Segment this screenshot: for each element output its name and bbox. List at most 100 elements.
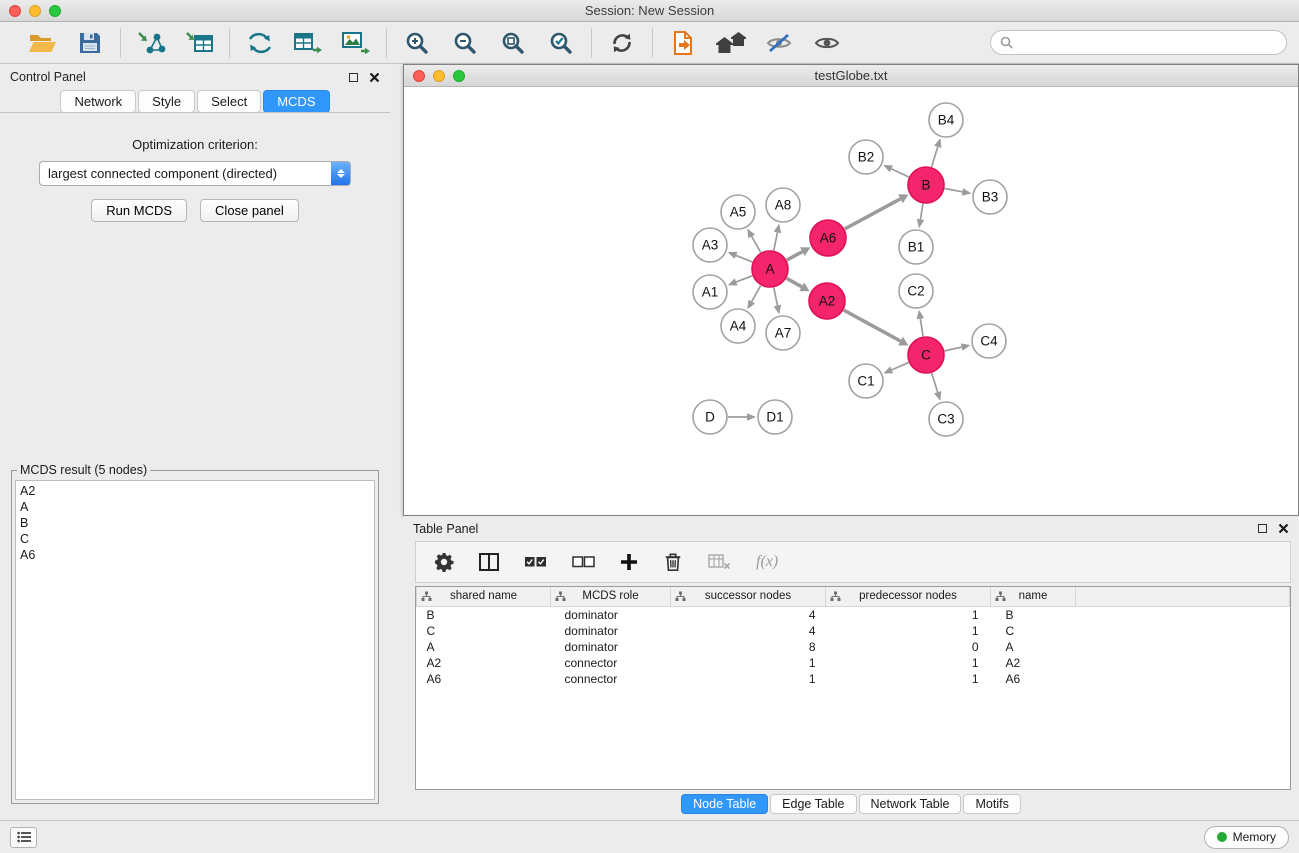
float-panel-button[interactable] (349, 73, 358, 82)
graph-node-A[interactable]: A (752, 251, 788, 287)
select-all-button[interactable] (524, 555, 547, 569)
graph-edge-A-A8[interactable] (774, 232, 778, 250)
graph-node-A7[interactable]: A7 (766, 316, 800, 350)
graph-edge-B-B2[interactable] (891, 169, 908, 177)
open-session-button[interactable] (25, 26, 59, 60)
graph-edge-A-A1[interactable] (736, 276, 752, 282)
graph-edge-A2-C[interactable] (844, 310, 901, 341)
memory-button[interactable]: Memory (1204, 826, 1289, 849)
tab-network[interactable]: Network (60, 90, 136, 113)
table-row[interactable]: Bdominator41B (417, 606, 1290, 623)
graph-node-C1[interactable]: C1 (849, 364, 883, 398)
graph-node-A3[interactable]: A3 (693, 228, 727, 262)
tab-motifs[interactable]: Motifs (963, 794, 1020, 814)
export-table-button[interactable] (291, 26, 325, 60)
graph-edge-A6-B[interactable] (845, 199, 901, 229)
graph-edge-C-C1[interactable] (892, 363, 909, 370)
import-table-button[interactable] (182, 26, 216, 60)
zoom-selected-button[interactable] (544, 26, 578, 60)
column-header-name[interactable]: name (991, 587, 1076, 606)
run-mcds-button[interactable]: Run MCDS (91, 199, 187, 222)
graph-node-B2[interactable]: B2 (849, 140, 883, 174)
tab-node-table[interactable]: Node Table (681, 794, 768, 814)
zoom-fit-button[interactable] (496, 26, 530, 60)
export-image-button[interactable] (339, 26, 373, 60)
table-row[interactable]: Adominator80A (417, 639, 1290, 655)
close-table-panel-icon[interactable] (1278, 523, 1289, 534)
table-row[interactable]: A6connector11A6 (417, 671, 1290, 687)
refresh-button[interactable] (605, 26, 639, 60)
export-network-button[interactable] (243, 26, 277, 60)
graph-edge-A-A7[interactable] (774, 288, 778, 306)
session-document-button[interactable] (666, 26, 700, 60)
split-divider[interactable] (390, 64, 403, 820)
delete-row-button[interactable] (663, 552, 683, 572)
graph-node-B1[interactable]: B1 (899, 230, 933, 264)
zoom-out-button[interactable] (448, 26, 482, 60)
tab-select[interactable]: Select (197, 90, 261, 113)
search-box[interactable] (990, 30, 1287, 55)
graph-node-D[interactable]: D (693, 400, 727, 434)
add-row-button[interactable] (620, 553, 638, 571)
network-minimize-button[interactable] (433, 70, 445, 82)
graph-node-A8[interactable]: A8 (766, 188, 800, 222)
graph-node-A4[interactable]: A4 (721, 309, 755, 343)
zoom-in-button[interactable] (400, 26, 434, 60)
result-item[interactable]: A2 (20, 483, 370, 499)
graph-node-C4[interactable]: C4 (972, 324, 1006, 358)
graph-node-A1[interactable]: A1 (693, 275, 727, 309)
column-header-predecessor-nodes[interactable]: predecessor nodes (826, 587, 991, 606)
minimize-window-button[interactable] (29, 5, 41, 17)
home-button[interactable] (714, 26, 748, 60)
tab-edge-table[interactable]: Edge Table (770, 794, 856, 814)
graph-edge-A-A6[interactable] (787, 252, 803, 260)
column-header-MCDS-role[interactable]: MCDS role (551, 587, 671, 606)
show-panel-button[interactable] (10, 827, 37, 848)
close-window-button[interactable] (9, 5, 21, 17)
graph-node-B[interactable]: B (908, 167, 944, 203)
graph-node-A2[interactable]: A2 (809, 283, 845, 319)
maximize-window-button[interactable] (49, 5, 61, 17)
tab-network-table[interactable]: Network Table (859, 794, 962, 814)
graph-edge-A-A3[interactable] (736, 255, 752, 262)
graph-node-A5[interactable]: A5 (721, 195, 755, 229)
graph-node-C2[interactable]: C2 (899, 274, 933, 308)
graph-node-C3[interactable]: C3 (929, 402, 963, 436)
graph-node-D1[interactable]: D1 (758, 400, 792, 434)
graph-edge-A-A2[interactable] (787, 278, 802, 287)
result-item[interactable]: A (20, 499, 370, 515)
float-table-panel-button[interactable] (1258, 524, 1267, 533)
column-header-successor-nodes[interactable]: successor nodes (671, 587, 826, 606)
graph-edge-B-B1[interactable] (920, 204, 923, 220)
tab-style[interactable]: Style (138, 90, 195, 113)
delete-column-button[interactable] (708, 554, 731, 570)
table-settings-button[interactable] (434, 552, 454, 572)
graph-edge-A-A4[interactable] (752, 286, 761, 302)
node-table-container[interactable]: shared nameMCDS rolesuccessor nodesprede… (415, 586, 1291, 790)
network-close-button[interactable] (413, 70, 425, 82)
result-item[interactable]: B (20, 515, 370, 531)
network-canvas[interactable]: B4B2BB3A5A8A6A3B1AA1C2A2A4A7C4CC1C3DD1 (404, 87, 1298, 515)
graph-edge-B-B3[interactable] (945, 189, 963, 192)
result-item[interactable]: C (20, 531, 370, 547)
function-builder-button[interactable]: f(x) (756, 553, 778, 571)
graph-node-A6[interactable]: A6 (810, 220, 846, 256)
close-panel-button[interactable]: Close panel (200, 199, 299, 222)
graph-node-B3[interactable]: B3 (973, 180, 1007, 214)
graph-edge-B-B4[interactable] (932, 147, 938, 167)
criterion-dropdown[interactable]: largest connected component (directed) (39, 161, 351, 186)
show-details-button[interactable] (810, 26, 844, 60)
column-header-shared-name[interactable]: shared name (417, 587, 551, 606)
graph-edge-C-C3[interactable] (932, 373, 938, 392)
import-network-button[interactable] (134, 26, 168, 60)
hide-details-button[interactable] (762, 26, 796, 60)
graph-edge-C-C2[interactable] (920, 319, 923, 337)
save-session-button[interactable] (73, 26, 107, 60)
search-input[interactable] (1018, 35, 1277, 50)
graph-node-C[interactable]: C (908, 337, 944, 373)
table-row[interactable]: A2connector11A2 (417, 655, 1290, 671)
deselect-all-button[interactable] (572, 555, 595, 569)
graph-edge-C-C4[interactable] (945, 347, 962, 351)
network-maximize-button[interactable] (453, 70, 465, 82)
close-panel-icon[interactable] (369, 72, 380, 83)
